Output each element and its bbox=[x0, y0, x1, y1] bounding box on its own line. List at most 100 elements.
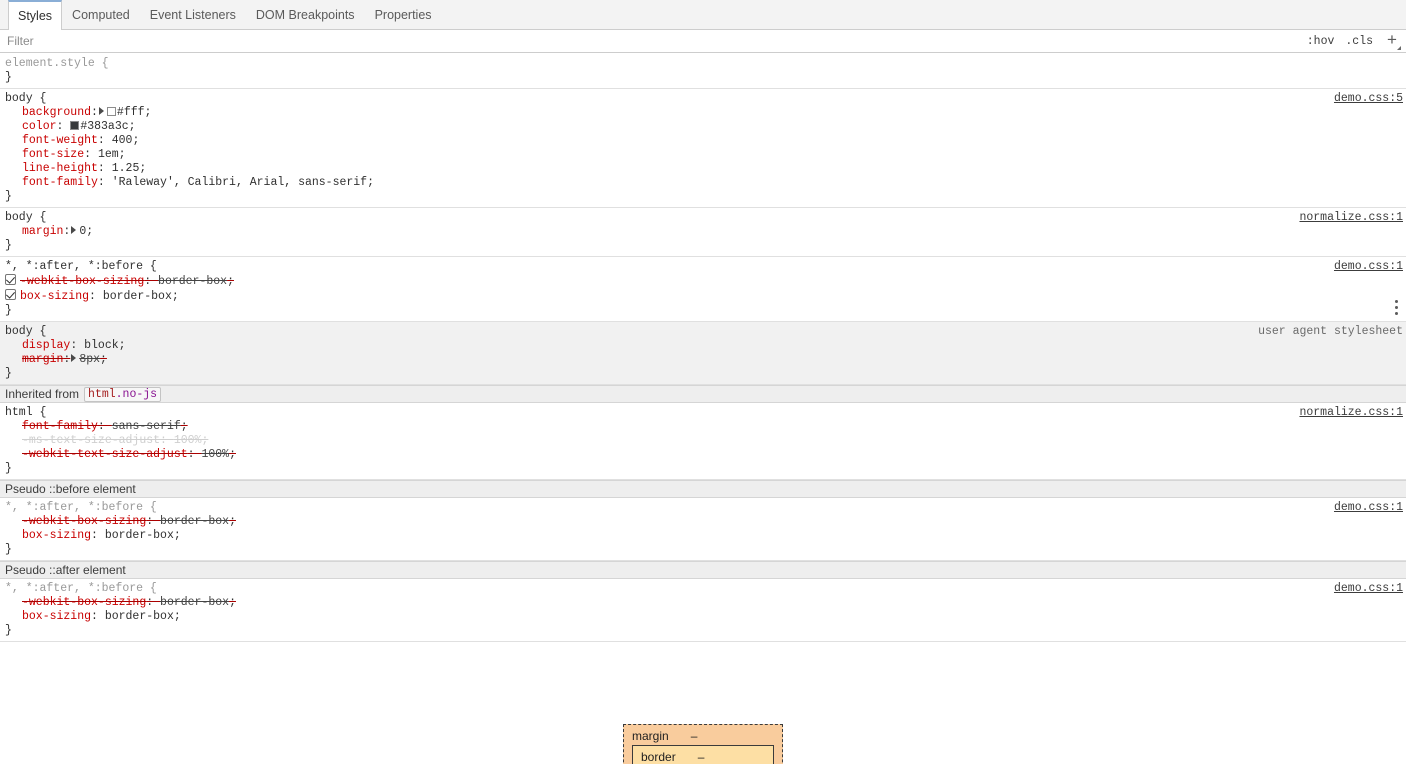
tab-computed[interactable]: Computed bbox=[62, 0, 140, 29]
css-property-value[interactable]: 1em bbox=[98, 148, 119, 161]
declaration-checkbox[interactable] bbox=[5, 289, 16, 300]
css-rule-universal-demo[interactable]: demo.css:1 *, *:after, *:before { -webki… bbox=[0, 257, 1406, 322]
css-property-name[interactable]: -webkit-box-sizing bbox=[20, 275, 144, 288]
css-declaration[interactable]: color: #383a3c; bbox=[0, 120, 1406, 134]
css-rule-body-user-agent[interactable]: user agent stylesheet body { display: bl… bbox=[0, 300, 1406, 385]
rule-selector[interactable]: *, *:after, *:before { bbox=[0, 501, 1406, 515]
css-property-value[interactable]: #383a3c bbox=[80, 120, 128, 133]
box-model-margin-top[interactable]: – bbox=[691, 729, 698, 743]
rule-source-link[interactable]: demo.css:5 bbox=[1334, 92, 1403, 106]
color-swatch-white[interactable] bbox=[106, 107, 116, 116]
rule-selector[interactable]: *, *:after, *:before { bbox=[0, 582, 1406, 596]
toggle-class-button[interactable]: .cls bbox=[1345, 35, 1373, 48]
css-property-name[interactable]: -webkit-text-size-adjust bbox=[22, 448, 188, 461]
toggle-element-state-button[interactable]: :hov bbox=[1307, 35, 1335, 48]
css-declaration[interactable]: font-family: 'Raleway', Calibri, Arial, … bbox=[0, 176, 1406, 190]
css-declaration[interactable]: box-sizing: border-box; bbox=[0, 289, 1406, 304]
rule-selector[interactable]: body { bbox=[0, 92, 1406, 106]
rule-selector[interactable]: body { bbox=[0, 211, 1406, 225]
rule-source-link[interactable]: demo.css:1 bbox=[1334, 501, 1403, 515]
rule-source-link[interactable]: normalize.css:1 bbox=[1299, 211, 1403, 225]
css-property-name[interactable]: font-family bbox=[22, 176, 98, 189]
css-property-name[interactable]: line-height bbox=[22, 162, 98, 175]
box-model-border-top[interactable]: – bbox=[698, 750, 705, 764]
css-declaration[interactable]: box-sizing: border-box; bbox=[0, 610, 1406, 624]
css-property-value[interactable]: border-box bbox=[160, 596, 229, 609]
css-declaration[interactable]: display: block; bbox=[0, 339, 1406, 353]
css-property-value[interactable]: sans-serif bbox=[112, 420, 181, 433]
rule-source-link[interactable]: demo.css:1 bbox=[1334, 260, 1403, 274]
css-property-name[interactable]: display bbox=[22, 339, 70, 352]
rule-selector[interactable]: html { bbox=[0, 406, 1406, 420]
css-declaration[interactable]: -webkit-box-sizing: border-box; bbox=[0, 274, 1406, 289]
css-property-name[interactable]: box-sizing bbox=[22, 610, 91, 623]
css-property-name[interactable]: font-weight bbox=[22, 134, 98, 147]
css-rule-html-normalize[interactable]: normalize.css:1 html { font-family: sans… bbox=[0, 403, 1406, 480]
css-property-value[interactable]: border-box bbox=[105, 529, 174, 542]
css-property-name[interactable]: -webkit-box-sizing bbox=[22, 596, 146, 609]
css-property-name[interactable]: margin bbox=[22, 225, 63, 238]
rule-source-link[interactable]: demo.css:1 bbox=[1334, 582, 1403, 596]
css-rule-body-demo[interactable]: demo.css:5 body { background: #fff; color… bbox=[0, 89, 1406, 208]
css-rule-body-normalize[interactable]: normalize.css:1 body { margin: 0; } bbox=[0, 208, 1406, 257]
expand-triangle-icon[interactable] bbox=[71, 354, 77, 362]
css-property-value[interactable]: border-box bbox=[103, 290, 172, 303]
rule-selector[interactable]: *, *:after, *:before { bbox=[0, 260, 1406, 274]
css-property-name[interactable]: margin bbox=[22, 353, 63, 366]
rule-close-brace: } bbox=[5, 190, 12, 203]
css-property-value[interactable]: 100% bbox=[174, 434, 202, 447]
css-property-name[interactable]: background bbox=[22, 106, 91, 119]
css-rule-pseudo-before[interactable]: demo.css:1 *, *:after, *:before { -webki… bbox=[0, 498, 1406, 561]
tab-properties[interactable]: Properties bbox=[365, 0, 442, 29]
rule-selector[interactable]: body { bbox=[0, 325, 1406, 339]
css-declaration[interactable]: font-family: sans-serif; bbox=[0, 420, 1406, 434]
css-property-value[interactable]: 100% bbox=[201, 448, 229, 461]
css-property-value[interactable]: 'Raleway', Calibri, Arial, sans-serif bbox=[112, 176, 367, 189]
more-options-icon[interactable] bbox=[1394, 300, 1398, 315]
css-property-name[interactable]: font-family bbox=[22, 420, 98, 433]
css-property-value[interactable]: #fff bbox=[117, 106, 145, 119]
inherited-from-header: Inherited from html.no-js bbox=[0, 385, 1406, 403]
css-rule-pseudo-after[interactable]: demo.css:1 *, *:after, *:before { -webki… bbox=[0, 579, 1406, 642]
rule-source-link[interactable]: normalize.css:1 bbox=[1299, 406, 1403, 420]
box-model-margin[interactable]: margin – – – border – – – padding – – bbox=[623, 724, 783, 764]
css-property-value[interactable]: border-box bbox=[105, 610, 174, 623]
css-declaration[interactable]: line-height: 1.25; bbox=[0, 162, 1406, 176]
css-property-value[interactable]: block bbox=[84, 339, 119, 352]
css-property-name[interactable]: font-size bbox=[22, 148, 84, 161]
css-declaration[interactable]: font-weight: 400; bbox=[0, 134, 1406, 148]
color-swatch-dark[interactable] bbox=[70, 121, 80, 130]
css-declaration[interactable]: box-sizing: border-box; bbox=[0, 529, 1406, 543]
css-declaration[interactable]: font-size: 1em; bbox=[0, 148, 1406, 162]
css-declaration[interactable]: -webkit-box-sizing: border-box; bbox=[0, 515, 1406, 529]
css-declaration[interactable]: margin: 8px; bbox=[0, 353, 1406, 367]
expand-triangle-icon[interactable] bbox=[98, 107, 104, 115]
css-property-name[interactable]: box-sizing bbox=[22, 529, 91, 542]
filter-input[interactable] bbox=[7, 34, 407, 48]
css-property-value[interactable]: border-box bbox=[158, 275, 227, 288]
tab-dom-breakpoints[interactable]: DOM Breakpoints bbox=[246, 0, 365, 29]
css-property-value[interactable]: 1.25 bbox=[112, 162, 140, 175]
css-property-name[interactable]: box-sizing bbox=[20, 290, 89, 303]
css-rule-element-style[interactable]: element.style { } bbox=[0, 54, 1406, 89]
rule-selector[interactable]: element.style { bbox=[0, 57, 1406, 71]
css-declaration[interactable]: -webkit-text-size-adjust: 100%; bbox=[0, 448, 1406, 462]
tab-styles[interactable]: Styles bbox=[8, 0, 63, 30]
css-declaration[interactable]: margin: 0; bbox=[0, 225, 1406, 239]
css-property-name[interactable]: color bbox=[22, 120, 57, 133]
css-declaration[interactable]: background: #fff; bbox=[0, 106, 1406, 120]
expand-triangle-icon[interactable] bbox=[71, 226, 77, 234]
styles-rules-pane[interactable]: element.style { } demo.css:5 body { back… bbox=[0, 54, 1406, 764]
css-property-value[interactable]: 400 bbox=[112, 134, 133, 147]
css-declaration[interactable]: -ms-text-size-adjust: 100%; bbox=[0, 434, 1406, 448]
css-property-value[interactable]: border-box bbox=[160, 515, 229, 528]
css-property-name[interactable]: -webkit-box-sizing bbox=[22, 515, 146, 528]
new-style-rule-button[interactable]: + bbox=[1384, 33, 1401, 50]
tab-event-listeners[interactable]: Event Listeners bbox=[140, 0, 246, 29]
css-property-name[interactable]: -ms-text-size-adjust bbox=[22, 434, 160, 447]
css-property-value[interactable]: 8px bbox=[79, 353, 100, 366]
inherited-from-selector-chip[interactable]: html.no-js bbox=[84, 386, 162, 402]
box-model-border[interactable]: border – – – padding – – – 110 × 705 bbox=[632, 745, 774, 764]
css-declaration[interactable]: -webkit-box-sizing: border-box; bbox=[0, 596, 1406, 610]
declaration-checkbox[interactable] bbox=[5, 274, 16, 285]
